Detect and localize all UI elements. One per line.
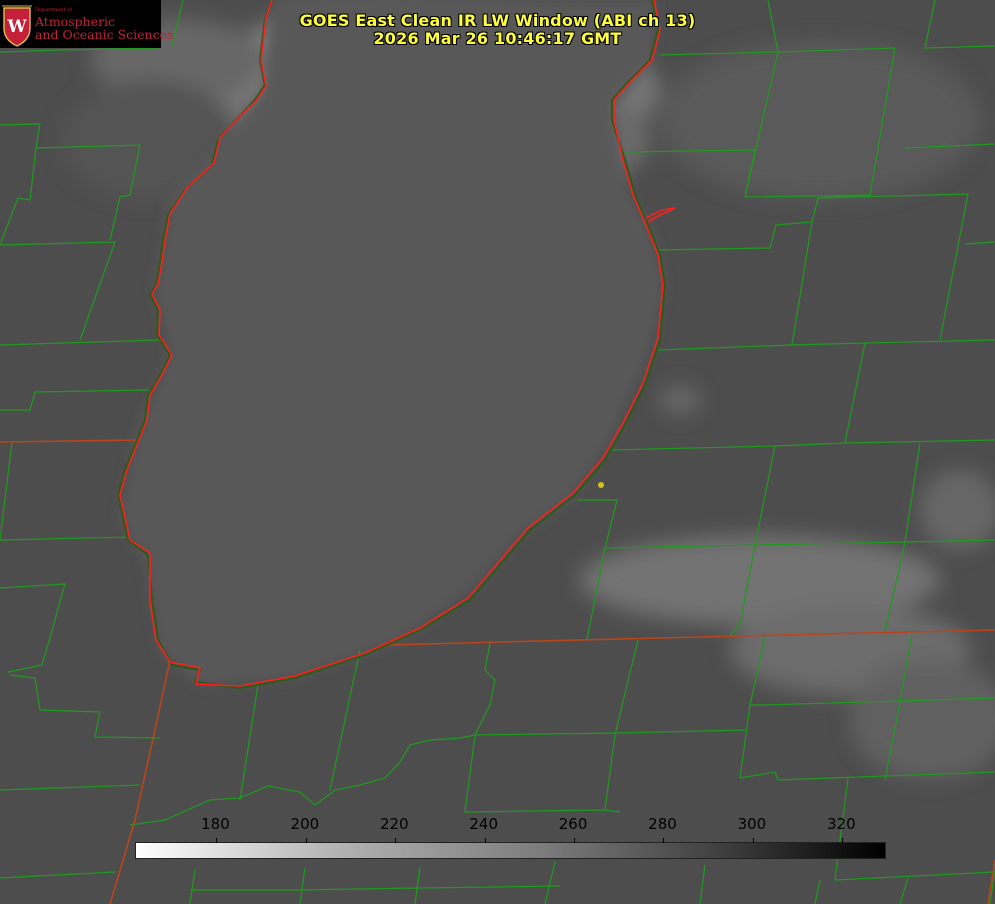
colorbar-tick-mark bbox=[752, 838, 754, 843]
colorbar-tick-label: 320 bbox=[826, 815, 856, 833]
colorbar-tick-mark bbox=[842, 838, 844, 843]
image-timestamp: 2026 Mar 26 10:46:17 GMT bbox=[373, 29, 622, 48]
satellite-map bbox=[0, 0, 995, 904]
colorbar-tick-label: 220 bbox=[379, 815, 409, 833]
colorbar-tick-mark bbox=[574, 838, 576, 843]
colorbar-tick-mark bbox=[305, 838, 307, 843]
location-marker bbox=[598, 482, 604, 488]
colorbar bbox=[135, 838, 886, 859]
image-title: GOES East Clean IR LW Window (ABI ch 13) bbox=[299, 11, 696, 30]
colorbar-tick-label: 180 bbox=[201, 815, 230, 833]
colorbar-tick-label: 200 bbox=[290, 815, 320, 833]
colorbar-tick-mark bbox=[395, 838, 397, 843]
colorbar-tick-label: 240 bbox=[469, 815, 498, 833]
colorbar-tick-mark bbox=[216, 838, 218, 843]
colorbar-tick-mark bbox=[484, 838, 486, 843]
colorbar-tick-mark bbox=[663, 838, 665, 843]
colorbar-tick-label: 280 bbox=[648, 815, 677, 833]
colorbar-tick-label: 300 bbox=[737, 815, 767, 833]
colorbar-tick-label: 260 bbox=[558, 815, 588, 833]
